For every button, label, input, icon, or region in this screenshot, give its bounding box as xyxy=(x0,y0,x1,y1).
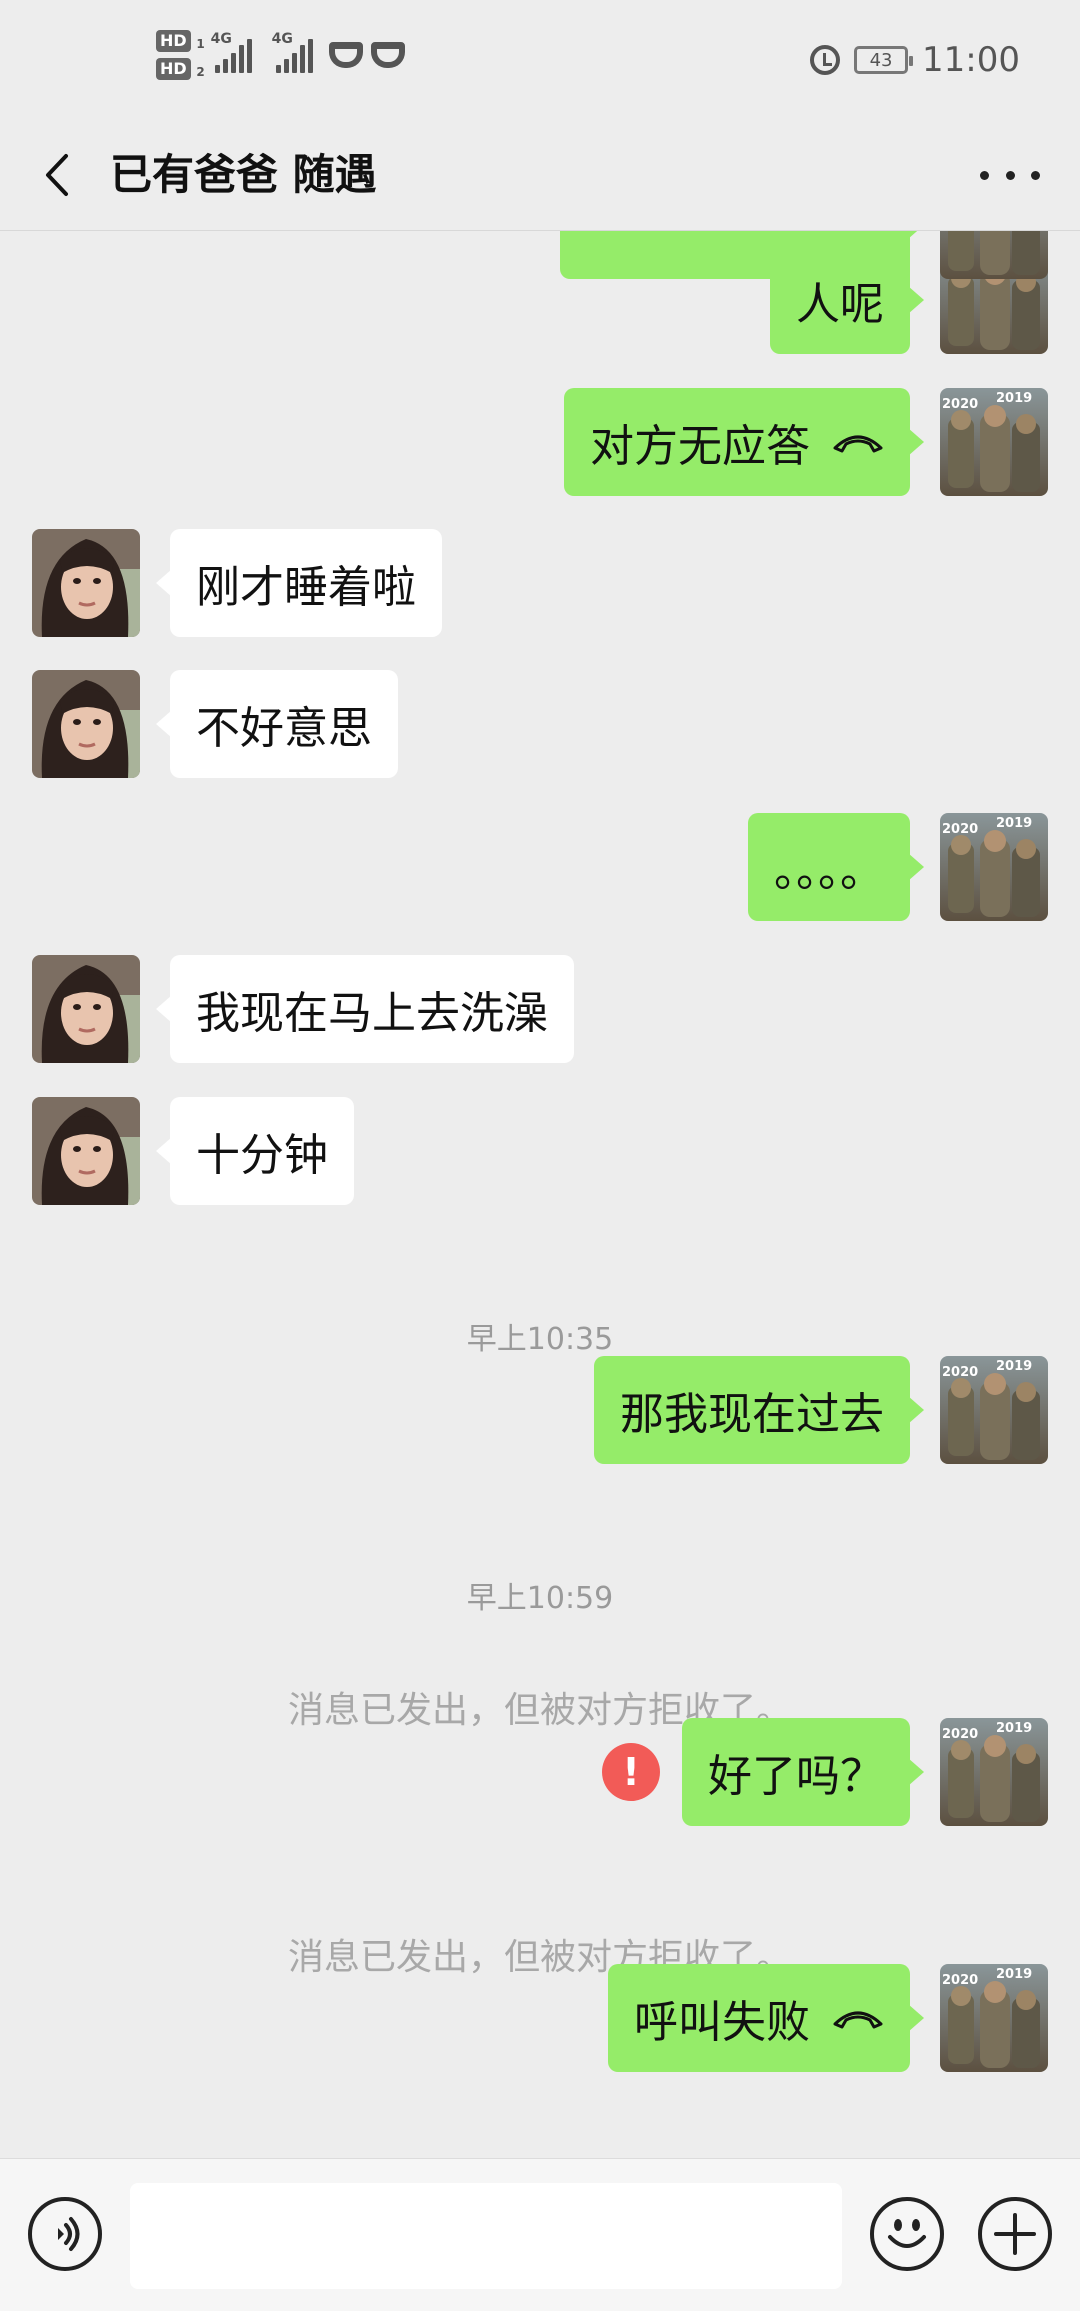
hd1-sub: 1 xyxy=(196,37,205,51)
glasses-icon xyxy=(370,42,405,68)
avatar-label-left: 2020 xyxy=(942,822,978,837)
avatar-label-left: 2020 xyxy=(942,1365,978,1380)
signal-1-icon: 4G xyxy=(211,31,252,73)
message-bubble[interactable]: 呼叫失败 xyxy=(608,1964,924,2072)
avatar-label-left: 2020 xyxy=(942,397,978,412)
glasses-icon xyxy=(328,42,363,68)
back-arrow-icon[interactable] xyxy=(36,150,86,200)
incoming-message: 刚才睡着啦 xyxy=(0,529,1080,637)
hd-indicators: HD 1 HD 2 xyxy=(156,30,205,80)
contact-avatar[interactable] xyxy=(32,1097,140,1205)
message-bubble[interactable]: 好了吗？ xyxy=(682,1718,924,1826)
voice-input-button[interactable] xyxy=(28,2197,102,2271)
send-failed-icon[interactable]: ! xyxy=(602,1743,660,1801)
message-bubble[interactable]: 十分钟 xyxy=(156,1097,354,1205)
avatar-label-top: 2019 xyxy=(996,816,1032,831)
my-avatar[interactable]: 2019 2020 xyxy=(940,1356,1048,1464)
clock: 11:00 xyxy=(922,40,1020,80)
hd1-label: HD xyxy=(160,31,187,50)
outgoing-message: 2019 2020 对方无应答 xyxy=(0,388,1080,496)
status-bar: HD 1 HD 2 4G 4G 43 11:00 xyxy=(0,0,1080,120)
message-text: 呼叫失败 xyxy=(634,1997,810,2048)
chat-title: 已有爸爸 随遇 xyxy=(110,150,377,199)
message-bubble[interactable] xyxy=(560,231,924,279)
avatar-label-top: 2019 xyxy=(996,391,1032,406)
hangup-phone-icon xyxy=(833,435,883,453)
incoming-message: 不好意思 xyxy=(0,670,1080,778)
outgoing-message: ! 2019 2020 好了吗？ xyxy=(0,1718,1080,1826)
avatar-label-top: 2019 xyxy=(996,1359,1032,1374)
message-input[interactable] xyxy=(130,2183,842,2289)
signal-2-icon: 4G xyxy=(272,31,313,73)
hd1-badge: HD 1 xyxy=(156,30,205,52)
incoming-message: 我现在马上去洗澡 xyxy=(0,955,1080,1063)
network2-label: 4G xyxy=(271,31,293,47)
my-avatar[interactable]: 2019 2020 xyxy=(940,813,1048,921)
hangup-phone-icon xyxy=(833,2011,883,2029)
contact-avatar[interactable] xyxy=(32,670,140,778)
alarm-icon xyxy=(810,45,841,75)
voice-icon xyxy=(58,2217,80,2251)
timestamp: 早上10:35 xyxy=(466,1322,614,1357)
hd2-label: HD xyxy=(160,59,187,78)
message-bubble[interactable]: 那我现在过去 xyxy=(594,1356,924,1464)
avatar-label-top: 2019 xyxy=(996,1721,1032,1736)
avatar-label-left: 2020 xyxy=(942,1973,978,1988)
message-text: 我现在马上去洗澡 xyxy=(196,988,548,1039)
contact-avatar[interactable] xyxy=(32,529,140,637)
my-avatar[interactable]: 20192020 xyxy=(940,231,1048,279)
network1-label: 4G xyxy=(210,31,232,47)
message-bubble[interactable]: 我现在马上去洗澡 xyxy=(156,955,574,1063)
my-avatar[interactable]: 2019 2020 xyxy=(940,1718,1048,1826)
plus-icon xyxy=(994,2213,1036,2255)
emoji-button[interactable] xyxy=(870,2197,944,2271)
outgoing-message: 2019 2020 。。。。 xyxy=(0,813,1080,921)
message-text: 。。。。 xyxy=(774,846,884,897)
outgoing-message: 2019 2020 那我现在过去 xyxy=(0,1356,1080,1464)
message-bubble[interactable]: 刚才睡着啦 xyxy=(156,529,442,637)
message-text: 对方无应答 xyxy=(590,421,810,472)
message-list[interactable]: 20192020人呢20192020对方无应答刚才睡着啦不好意思20192020… xyxy=(0,231,1080,2158)
hd2-badge: HD 2 xyxy=(156,58,205,80)
incoming-message: 十分钟 xyxy=(0,1097,1080,1205)
message-text: 好了吗？ xyxy=(708,1751,884,1802)
hd2-sub: 2 xyxy=(196,65,205,79)
more-functions-button[interactable] xyxy=(978,2197,1052,2271)
chat-header: 已有爸爸 随遇 xyxy=(0,120,1080,231)
input-bar xyxy=(0,2158,1080,2311)
more-options-icon[interactable] xyxy=(980,150,1040,200)
message-bubble[interactable]: 不好意思 xyxy=(156,670,398,778)
message-text: 刚才睡着啦 xyxy=(196,562,416,613)
smiley-icon xyxy=(888,2219,926,2248)
my-avatar[interactable]: 2019 2020 xyxy=(940,1964,1048,2072)
my-avatar[interactable]: 2019 2020 xyxy=(940,388,1048,496)
message-bubble[interactable]: 对方无应答 xyxy=(564,388,924,496)
contact-avatar[interactable] xyxy=(32,955,140,1063)
avatar-label-top: 2019 xyxy=(996,1967,1032,1982)
battery-level: 43 xyxy=(869,49,893,71)
message-text: 不好意思 xyxy=(196,703,372,754)
message-text: 十分钟 xyxy=(196,1130,328,1181)
timestamp: 早上10:59 xyxy=(466,1581,614,1616)
status-bar-right: 43 11:00 xyxy=(810,40,1020,80)
message-bubble[interactable]: 。。。。 xyxy=(748,813,924,921)
message-text: 那我现在过去 xyxy=(620,1389,884,1440)
avatar-label-left: 2020 xyxy=(942,1727,978,1742)
status-bar-left: HD 1 HD 2 4G 4G xyxy=(156,30,405,80)
battery-icon: 43 xyxy=(854,46,914,74)
outgoing-message: 2019 2020 呼叫失败 xyxy=(0,1964,1080,2072)
outgoing-message-partial: 20192020 xyxy=(0,231,1080,279)
